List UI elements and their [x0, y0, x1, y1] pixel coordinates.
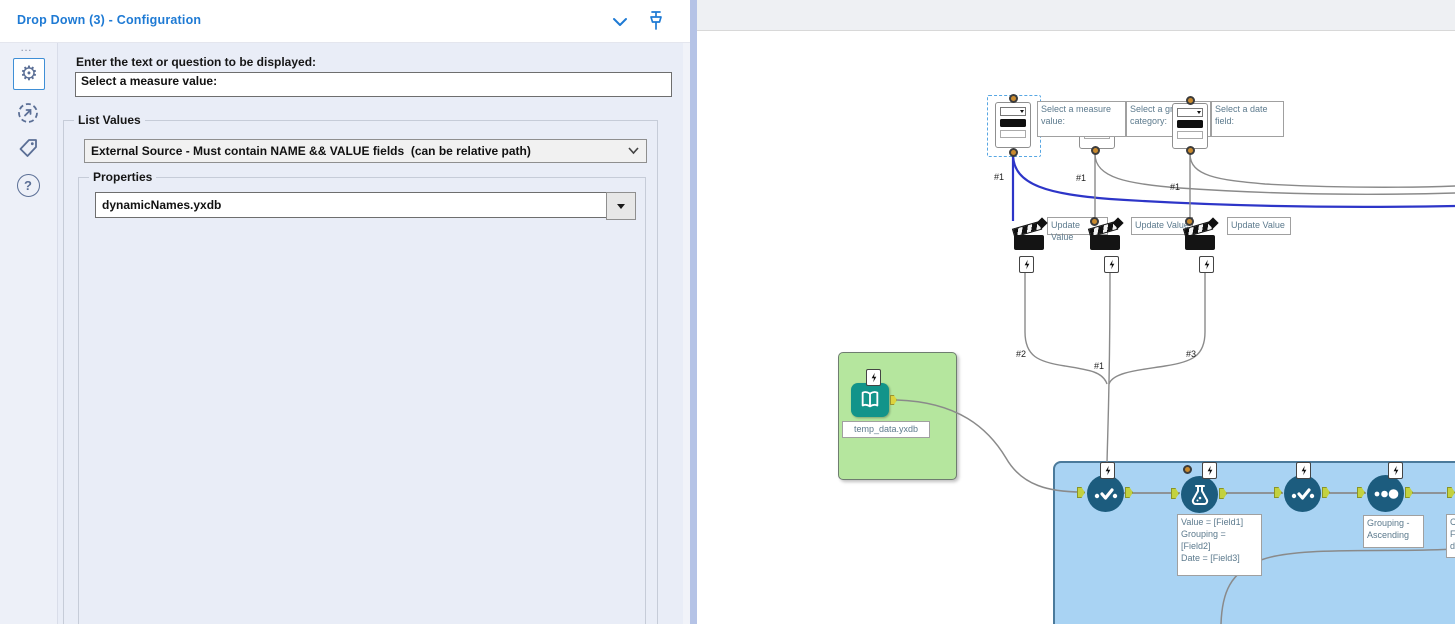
action-tool-3[interactable]	[1182, 217, 1219, 254]
sort-dots-icon	[1374, 488, 1398, 499]
alteryx-designer-window: Drop Down (3) - Configuration … ⚙ ? Ente…	[0, 0, 1455, 624]
connection-label: #2	[1016, 349, 1027, 359]
annotation-input-data[interactable]: temp_data.yxdb	[842, 421, 930, 438]
connection-label: #1	[1094, 361, 1105, 371]
tool-lightning-anchor[interactable]	[1388, 462, 1403, 479]
connection-label: #1	[1170, 182, 1181, 192]
select-check-icon	[1094, 487, 1117, 500]
tool-lightning-anchor[interactable]	[1296, 462, 1311, 479]
action-tool-1[interactable]	[1011, 217, 1048, 254]
action-anchor-lightning[interactable]	[1104, 256, 1119, 273]
tool-lightning-anchor[interactable]	[1100, 462, 1115, 479]
annotation-tag-icon[interactable]	[13, 134, 43, 164]
input-tool-lightning-anchor[interactable]	[866, 369, 881, 386]
gear-icon[interactable]: ⚙	[13, 58, 45, 90]
question-anchor[interactable]	[1091, 146, 1100, 155]
dropdown-icon	[1000, 107, 1026, 116]
action-anchor-lightning[interactable]	[1019, 256, 1034, 273]
annotation-sort[interactable]: Grouping - Ascending	[1363, 515, 1424, 548]
open-book-icon	[861, 391, 879, 408]
properties-dropdown-button[interactable]	[606, 192, 636, 220]
select-check-icon	[1291, 487, 1314, 500]
list-values-group-label: List Values	[78, 113, 141, 127]
sort-tool[interactable]	[1367, 475, 1404, 512]
navigation-icon[interactable]	[13, 98, 43, 128]
properties-group: Properties	[78, 170, 646, 624]
annotation-clipped[interactable]: C F d	[1446, 514, 1455, 558]
flask-icon	[1191, 484, 1208, 505]
connection-label: #3	[1186, 349, 1197, 359]
annotation-question-3[interactable]: Select a date field:	[1211, 101, 1284, 137]
dropdown-tool-1[interactable]	[995, 102, 1031, 148]
panel-grip-dots[interactable]: …	[20, 40, 34, 54]
properties-path-input[interactable]: dynamicNames.yxdb	[95, 192, 607, 218]
panel-gap	[683, 0, 690, 624]
dropdown-arrow-icon	[617, 203, 625, 209]
panel-splitter[interactable]	[690, 0, 697, 624]
question-anchor[interactable]	[1186, 146, 1195, 155]
question-text-input[interactable]: Select a measure value:	[75, 72, 672, 97]
select-tool-1[interactable]	[1087, 475, 1124, 512]
pin-icon[interactable]	[645, 9, 667, 38]
connection-label: #1	[1076, 173, 1087, 183]
chevron-down-icon	[607, 130, 640, 172]
action-anchor-lightning[interactable]	[1199, 256, 1214, 273]
properties-group-label: Properties	[93, 170, 153, 184]
config-sidebar: ⚙ ?	[0, 42, 58, 624]
formula-tool[interactable]	[1181, 476, 1218, 513]
question-label: Enter the text or question to be display…	[76, 55, 317, 69]
list-source-value: External Source - Must contain NAME && V…	[91, 144, 531, 158]
connection-label: #1	[994, 172, 1005, 182]
question-anchor[interactable]	[1183, 465, 1192, 474]
dropdown-tool-3[interactable]	[1172, 103, 1208, 149]
question-anchor[interactable]	[1009, 94, 1018, 103]
annotation-formula[interactable]: Value = [Field1] Grouping = [Field2] Dat…	[1177, 514, 1262, 576]
collapse-chevron-icon[interactable]	[612, 15, 628, 33]
annotation-question-1[interactable]: Select a measure value:	[1037, 101, 1126, 137]
select-tool-2[interactable]	[1284, 475, 1321, 512]
question-anchor[interactable]	[1090, 217, 1099, 226]
annotation-action-3[interactable]: Update Value	[1227, 217, 1291, 235]
question-anchor[interactable]	[1186, 96, 1195, 105]
document-tab-bar	[697, 0, 1455, 31]
action-tool-2[interactable]	[1087, 217, 1124, 254]
configuration-header: Drop Down (3) - Configuration	[0, 0, 690, 43]
question-anchor[interactable]	[1185, 217, 1194, 226]
help-icon[interactable]: ?	[13, 170, 43, 200]
list-source-dropdown[interactable]: External Source - Must contain NAME && V…	[84, 139, 647, 163]
question-anchor[interactable]	[1009, 148, 1018, 157]
tool-lightning-anchor[interactable]	[1202, 462, 1217, 479]
input-data-tool[interactable]	[851, 383, 889, 417]
configuration-title: Drop Down (3) - Configuration	[17, 13, 202, 27]
dropdown-icon	[1177, 108, 1203, 117]
